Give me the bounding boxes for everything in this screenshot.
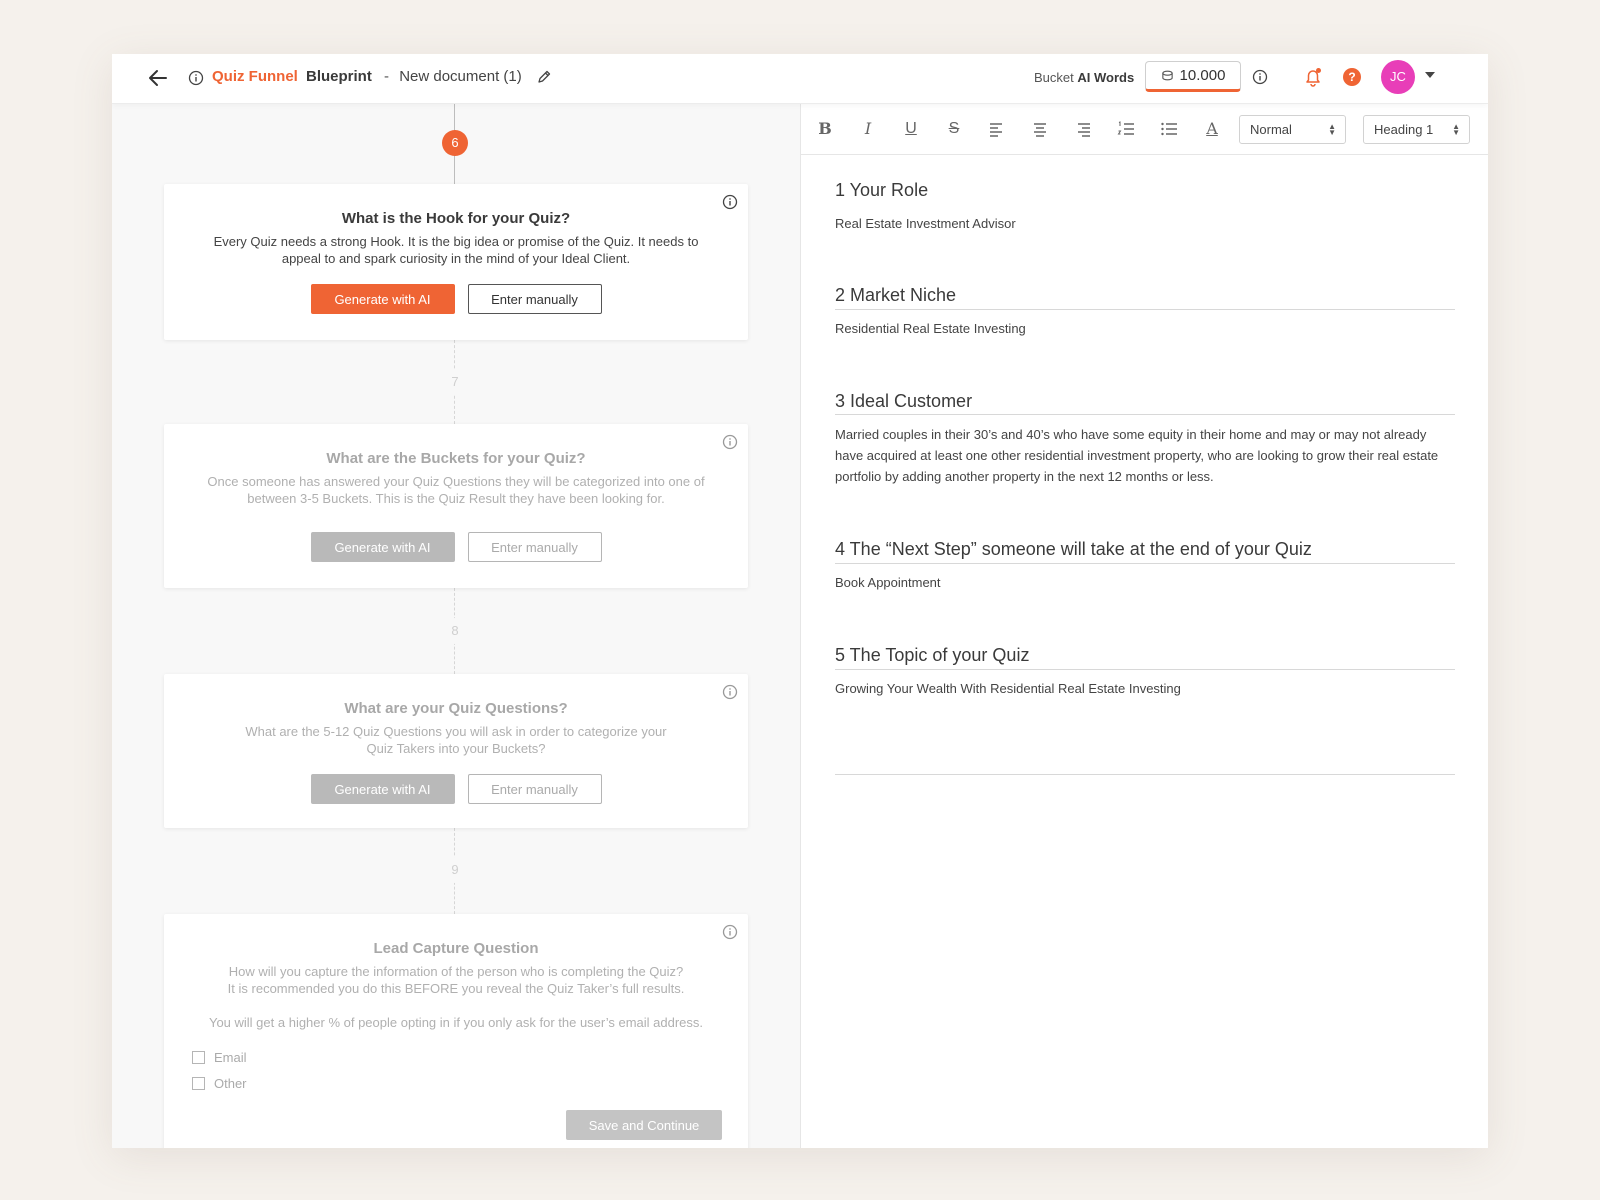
select-arrows-icon: ▲ ▼ [1452,122,1460,137]
email-option-label: Email [214,1050,247,1065]
card-title: What are the Buckets for your Quiz? [326,450,586,467]
bucket-ai-words-label: Bucket AI Words [1034,70,1134,85]
section-value: Residential Real Estate Investing [835,321,1026,336]
bell-icon[interactable] [1302,66,1324,88]
questions-card: What are your Quiz Questions? What are t… [164,674,748,828]
generate-with-ai-button[interactable]: Generate with AI [310,532,455,562]
section-heading: 1 Your Role [835,180,929,200]
help-icon[interactable]: ? [1343,68,1361,86]
strikethrough-button[interactable]: S [944,119,964,139]
info-icon[interactable] [722,684,738,700]
card-title: Lead Capture Question [373,940,539,957]
align-left-icon[interactable] [987,119,1007,139]
section-value: Married couples in their 30’s and 40’s w… [835,427,1439,484]
save-and-continue-button[interactable]: Save and Continue [566,1110,722,1140]
enter-manually-button[interactable]: Enter manually [467,284,602,314]
ordered-list-icon[interactable] [1116,119,1136,139]
card-description: Once someone has answered your Quiz Ques… [207,474,705,506]
section-heading: 2 Market Niche [835,285,957,305]
back-arrow-icon[interactable] [146,66,170,90]
doc-section-role[interactable]: 1 Your Role Real Estate Investment Advis… [835,180,1455,234]
underline-button[interactable]: U [901,119,921,139]
info-icon[interactable] [722,434,738,450]
info-icon[interactable] [722,194,738,210]
ai-words-value: 10.000 [1179,67,1226,84]
step-number-6: 6 [442,130,468,156]
other-option-label: Other [214,1076,247,1091]
buckets-card: What are the Buckets for your Quiz? Once… [164,424,748,588]
card-description-line2: It is recommended you do this BEFORE you… [227,981,685,996]
hook-card: What is the Hook for your Quiz? Every Qu… [164,184,748,340]
info-icon[interactable] [722,924,738,940]
avatar[interactable]: JC [1381,60,1415,94]
card-description-line1: How will you capture the information of … [228,964,684,979]
step-number-9: 9 [442,857,468,883]
document-editor: B I U S A Normal ▲ ▼ Heading 1 ▲ ▼ 1 You… [800,104,1488,1148]
ai-words-balance[interactable]: 10.000 [1145,61,1241,92]
bold-button[interactable]: B [815,119,835,139]
paragraph-style-select[interactable]: Normal ▲ ▼ [1239,115,1346,144]
section-value: Real Estate Investment Advisor [835,216,1016,231]
generate-with-ai-button[interactable]: Generate with AI [310,284,455,314]
align-right-icon[interactable] [1073,119,1093,139]
doc-section-next-step[interactable]: 4 The “Next Step” someone will take at t… [835,539,1455,593]
coins-icon [1161,70,1173,81]
email-option[interactable]: Email [192,1050,247,1065]
card-note: You will get a higher % of people opting… [208,1015,704,1030]
section-heading: 4 The “Next Step” someone will take at t… [835,539,1312,559]
editor-toolbar: B I U S A Normal ▲ ▼ Heading 1 ▲ ▼ [801,104,1488,155]
chevron-down-icon[interactable] [1425,72,1435,78]
section-heading: 5 The Topic of your Quiz [835,645,1030,665]
card-title: What is the Hook for your Quiz? [341,210,571,227]
enter-manually-button[interactable]: Enter manually [467,774,602,804]
section-heading: 3 Ideal Customer [835,391,973,411]
other-option[interactable]: Other [192,1076,247,1091]
other-checkbox[interactable] [192,1077,205,1090]
italic-button[interactable]: I [858,119,878,139]
doc-section-niche[interactable]: 2 Market Niche Residential Real Estate I… [835,285,1455,339]
heading-style-value: Heading 1 [1374,122,1434,137]
bucket-label-bold: AI Words [1077,70,1135,85]
email-checkbox[interactable] [192,1051,205,1064]
lead-capture-card: Lead Capture Question How will you captu… [164,914,748,1148]
title-brand: Quiz Funnel [212,68,298,85]
info-icon[interactable] [1252,69,1268,85]
align-center-icon[interactable] [1030,119,1050,139]
document-name[interactable]: New document (1) [399,68,522,85]
title-separator: - [384,68,390,85]
divider [835,774,1455,775]
card-actions: Generate with AI Enter manually [164,532,748,562]
page-title: Quiz Funnel Blueprint - New document (1) [212,68,522,85]
card-description: What are the 5-12 Quiz Questions you wil… [245,724,667,756]
app-window: Quiz Funnel Blueprint - New document (1)… [112,54,1488,1148]
bullet-list-icon[interactable] [1159,119,1179,139]
pencil-icon[interactable] [536,69,552,85]
blueprint-steps-panel[interactable]: 6 7 8 9 What is the Hook for your Quiz? … [112,104,800,1148]
paragraph-style-value: Normal [1250,122,1292,137]
doc-section-topic[interactable]: 5 The Topic of your Quiz Growing Your We… [835,645,1455,699]
section-value: Growing Your Wealth With Residential Rea… [835,681,1181,696]
generate-with-ai-button[interactable]: Generate with AI [310,774,455,804]
select-arrows-icon: ▲ ▼ [1328,122,1336,137]
title-product: Blueprint [306,68,372,85]
heading-style-select[interactable]: Heading 1 ▲ ▼ [1363,115,1470,144]
info-icon[interactable] [188,70,204,86]
step-number-8: 8 [442,618,468,644]
section-value: Book Appointment [835,575,941,590]
card-actions: Generate with AI Enter manually [164,284,748,314]
top-bar: Quiz Funnel Blueprint - New document (1)… [112,54,1488,104]
card-description: Every Quiz needs a strong Hook. It is th… [213,234,699,266]
font-color-button[interactable]: A [1202,119,1222,139]
card-title: What are your Quiz Questions? [344,700,568,717]
doc-section-ideal-customer[interactable]: 3 Ideal Customer Married couples in thei… [835,391,1455,487]
enter-manually-button[interactable]: Enter manually [467,532,602,562]
bucket-label-prefix: Bucket [1034,70,1074,85]
card-actions: Generate with AI Enter manually [164,774,748,804]
step-number-7: 7 [442,369,468,395]
